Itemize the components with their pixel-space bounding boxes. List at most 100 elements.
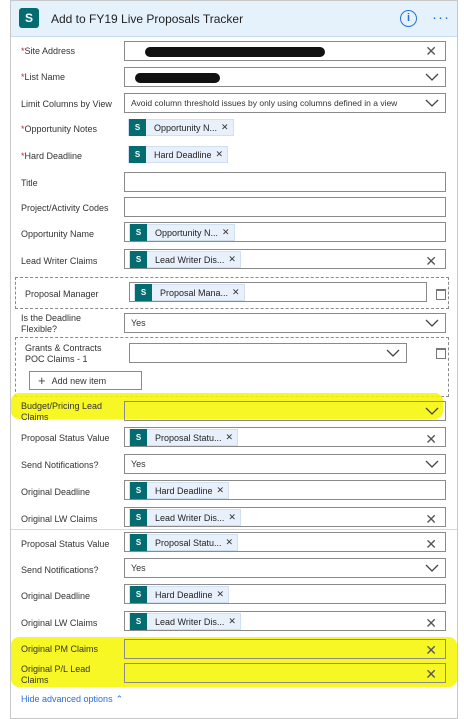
title-field[interactable]: [124, 172, 446, 192]
chip-label: Lead Writer Dis...: [155, 616, 225, 627]
dynamic-content-chip[interactable]: S Hard Deadline ✕: [129, 586, 230, 603]
more-options-icon[interactable]: ···: [432, 9, 450, 26]
hide-advanced-options-link[interactable]: Hide advanced options ⌃: [21, 694, 123, 705]
sharepoint-icon: S: [135, 284, 152, 301]
deadline-flexible-value: Yes: [131, 318, 146, 328]
lead-writer-claims-label: Lead Writer Claims: [21, 256, 98, 266]
dynamic-content-chip[interactable]: S Hard Deadline ✕: [128, 146, 229, 163]
remove-icon[interactable]: ✕: [228, 512, 240, 523]
clear-icon[interactable]: ✕: [425, 643, 437, 657]
remove-icon[interactable]: ✕: [221, 122, 233, 133]
site-address-label: *Site Address: [21, 46, 76, 56]
clear-icon[interactable]: ✕: [425, 432, 437, 446]
chip-label: Hard Deadline: [154, 149, 212, 160]
chip-label: Proposal Statu...: [155, 432, 222, 443]
remove-icon[interactable]: ✕: [217, 589, 229, 600]
clear-icon[interactable]: ✕: [425, 512, 437, 526]
proposal-status-label: Proposal Status Value: [21, 433, 110, 443]
clear-icon[interactable]: ✕: [425, 667, 437, 681]
grants-contracts-dropdown[interactable]: [129, 343, 407, 363]
sharepoint-icon: S: [130, 429, 147, 446]
dynamic-content-chip[interactable]: S Proposal Mana... ✕: [134, 284, 245, 301]
remove-icon[interactable]: ✕: [216, 149, 228, 160]
delete-icon[interactable]: [436, 348, 446, 359]
dynamic-content-chip[interactable]: S Hard Deadline ✕: [129, 482, 230, 499]
proposal-status-field[interactable]: S Proposal Statu... ✕ ✕: [124, 427, 446, 447]
chip-label: Opportunity N...: [155, 227, 219, 238]
chip-label: Lead Writer Dis...: [155, 254, 225, 265]
delete-icon[interactable]: [436, 289, 446, 300]
chevron-down-icon[interactable]: [425, 98, 439, 108]
budget-pricing-dropdown[interactable]: [124, 401, 446, 421]
remove-icon[interactable]: ✕: [232, 287, 244, 298]
redacted-value: [135, 73, 220, 83]
opportunity-notes-field[interactable]: S Opportunity N... ✕: [124, 118, 446, 138]
chevron-down-icon[interactable]: [425, 406, 439, 416]
action-header[interactable]: S Add to FY19 Live Proposals Tracker i ·…: [11, 1, 457, 37]
add-new-item-label: Add new item: [51, 376, 107, 386]
hard-deadline-field[interactable]: S Hard Deadline ✕: [124, 144, 446, 164]
original-pl-claims-label: Original P/L Lead Claims: [21, 664, 91, 685]
send-notifications-dropdown[interactable]: Yes: [124, 558, 446, 578]
opportunity-name-field[interactable]: S Opportunity N... ✕: [124, 222, 446, 242]
chip-label: Hard Deadline: [155, 589, 213, 600]
remove-icon[interactable]: ✕: [228, 616, 240, 627]
limit-columns-dropdown[interactable]: Avoid column threshold issues by only us…: [124, 93, 446, 113]
list-name-dropdown[interactable]: [124, 67, 446, 87]
original-lw-claims-field[interactable]: S Lead Writer Dis... ✕ ✕: [124, 611, 446, 631]
remove-icon[interactable]: ✕: [226, 432, 238, 443]
sharepoint-icon: S: [130, 509, 147, 526]
dynamic-content-chip[interactable]: S Lead Writer Dis... ✕: [129, 509, 241, 526]
original-lw-claims-label: Original LW Claims: [21, 514, 98, 524]
chip-label: Opportunity N...: [154, 122, 218, 133]
original-pl-claims-field[interactable]: ✕: [124, 663, 446, 683]
dynamic-content-chip[interactable]: S Opportunity N... ✕: [129, 224, 235, 241]
remove-icon[interactable]: ✕: [228, 254, 240, 265]
chevron-down-icon[interactable]: [425, 318, 439, 328]
dynamic-content-chip[interactable]: S Lead Writer Dis... ✕: [129, 613, 241, 630]
chevron-down-icon[interactable]: [425, 72, 439, 82]
chip-label: Hard Deadline: [155, 485, 213, 496]
remove-icon[interactable]: ✕: [222, 227, 234, 238]
proposal-status-field[interactable]: S Proposal Statu... ✕ ✕: [124, 532, 446, 552]
chip-label: Lead Writer Dis...: [155, 512, 225, 523]
plus-icon: +: [38, 373, 46, 388]
deadline-flexible-label: Is the Deadline Flexible?: [21, 313, 82, 334]
deadline-flexible-dropdown[interactable]: Yes: [124, 313, 446, 333]
remove-icon[interactable]: ✕: [217, 485, 229, 496]
project-codes-label: Project/Activity Codes: [21, 203, 109, 213]
original-pm-claims-field[interactable]: ✕: [124, 639, 446, 659]
chevron-down-icon[interactable]: [386, 348, 400, 358]
clear-icon[interactable]: ✕: [425, 254, 437, 268]
clear-icon[interactable]: ✕: [425, 537, 437, 551]
clear-icon[interactable]: ✕: [425, 44, 437, 58]
site-address-field[interactable]: ✕: [124, 41, 446, 61]
dynamic-content-chip[interactable]: S Opportunity N... ✕: [128, 119, 234, 136]
chip-label: Proposal Mana...: [160, 287, 229, 298]
opportunity-name-label: Opportunity Name: [21, 229, 95, 239]
original-deadline-field[interactable]: S Hard Deadline ✕: [124, 584, 446, 604]
chevron-down-icon[interactable]: [425, 459, 439, 469]
project-codes-field[interactable]: [124, 197, 446, 217]
dynamic-content-chip[interactable]: S Lead Writer Dis... ✕: [129, 251, 241, 268]
advanced-link-label: Hide advanced options: [21, 694, 113, 704]
send-notifications-dropdown[interactable]: Yes: [124, 454, 446, 474]
sharepoint-icon: S: [130, 534, 147, 551]
clear-icon[interactable]: ✕: [425, 616, 437, 630]
sharepoint-icon: S: [130, 586, 147, 603]
dynamic-content-chip[interactable]: S Proposal Statu... ✕: [129, 534, 239, 551]
dynamic-content-chip[interactable]: S Proposal Statu... ✕: [129, 429, 239, 446]
chevron-down-icon[interactable]: [425, 563, 439, 573]
info-icon[interactable]: i: [400, 10, 417, 27]
original-lw-claims-field[interactable]: S Lead Writer Dis... ✕ ✕: [124, 507, 446, 527]
remove-icon[interactable]: ✕: [226, 537, 238, 548]
original-lw-claims-label: Original LW Claims: [21, 618, 98, 628]
add-new-item-button[interactable]: + Add new item: [29, 371, 142, 390]
original-deadline-field[interactable]: S Hard Deadline ✕: [124, 480, 446, 500]
chip-label: Proposal Statu...: [155, 537, 222, 548]
original-deadline-label: Original Deadline: [21, 487, 91, 497]
proposal-manager-field[interactable]: S Proposal Mana... ✕: [129, 282, 427, 302]
sharepoint-icon: S: [130, 251, 147, 268]
lead-writer-claims-field[interactable]: S Lead Writer Dis... ✕ ✕: [124, 249, 446, 269]
proposal-manager-label: Proposal Manager: [25, 289, 99, 299]
